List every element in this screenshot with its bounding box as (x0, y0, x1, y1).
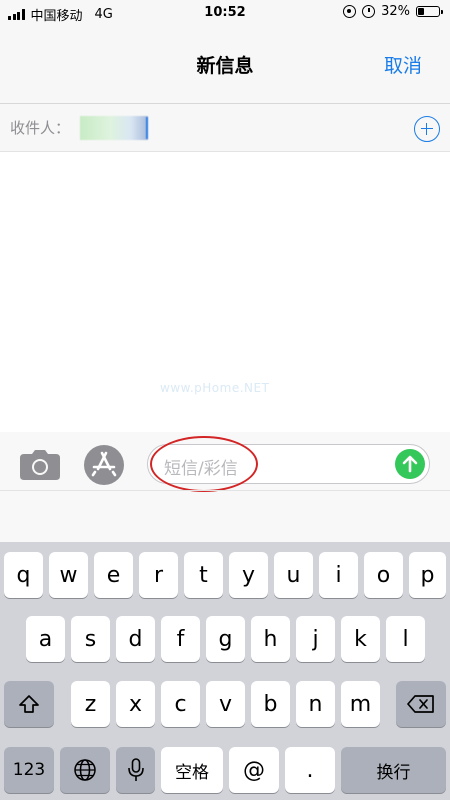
text-cursor (146, 117, 148, 139)
send-arrow-icon[interactable] (395, 449, 425, 479)
key-u[interactable]: u (274, 552, 313, 598)
key-g[interactable]: g (206, 616, 245, 662)
cancel-button[interactable]: 取消 (384, 51, 422, 78)
keyboard: q w e r t y u i o p a s d f g h j k l z … (0, 542, 450, 800)
recipient-label: 收件人： (10, 119, 71, 137)
recipient-row: 收件人： (0, 104, 450, 152)
key-j[interactable]: j (296, 616, 335, 662)
key-m[interactable]: m (341, 681, 380, 727)
key-r[interactable]: r (139, 552, 178, 598)
message-area: www.pHome.NET (0, 152, 450, 432)
key-w[interactable]: w (49, 552, 88, 598)
period-key[interactable]: . (285, 747, 335, 793)
key-e[interactable]: e (94, 552, 133, 598)
key-i[interactable]: i (319, 552, 358, 598)
app-store-icon[interactable] (84, 445, 124, 485)
space-key[interactable]: 空格 (161, 747, 223, 793)
key-b[interactable]: b (251, 681, 290, 727)
key-x[interactable]: x (116, 681, 155, 727)
compose-bar: 短信/彩信 (0, 432, 450, 542)
numbers-key[interactable]: 123 (4, 747, 54, 793)
message-placeholder: 短信/彩信 (164, 459, 238, 479)
key-s[interactable]: s (71, 616, 110, 662)
globe-icon[interactable] (60, 747, 110, 793)
key-p[interactable]: p (409, 552, 446, 598)
key-o[interactable]: o (364, 552, 403, 598)
battery-percent: 32% (381, 4, 410, 19)
compose-divider (0, 490, 450, 491)
key-c[interactable]: c (161, 681, 200, 727)
key-v[interactable]: v (206, 681, 245, 727)
key-l[interactable]: l (386, 616, 425, 662)
navigation-bar: 新信息 取消 (0, 26, 450, 104)
key-z[interactable]: z (71, 681, 110, 727)
key-d[interactable]: d (116, 616, 155, 662)
key-k[interactable]: k (341, 616, 380, 662)
recipient-input[interactable] (80, 116, 148, 140)
message-input[interactable]: 短信/彩信 (147, 444, 430, 484)
shift-icon[interactable] (4, 681, 54, 727)
key-f[interactable]: f (161, 616, 200, 662)
at-key[interactable]: @ (229, 747, 279, 793)
key-n[interactable]: n (296, 681, 335, 727)
camera-icon[interactable] (20, 450, 60, 480)
page-title: 新信息 (196, 55, 254, 77)
battery-icon (416, 6, 443, 17)
alarm-icon (362, 5, 376, 18)
watermark-text: www.pHome.NET (160, 381, 270, 395)
battery-level (418, 8, 425, 15)
delete-icon[interactable] (396, 681, 446, 727)
plus-circle-icon[interactable] (414, 116, 440, 142)
key-h[interactable]: h (251, 616, 290, 662)
microphone-icon[interactable] (116, 747, 155, 793)
key-t[interactable]: t (184, 552, 223, 598)
status-bar: 中国移动 4G 10:52 32% (0, 0, 450, 26)
key-q[interactable]: q (4, 552, 43, 598)
return-key[interactable]: 换行 (341, 747, 446, 793)
key-a[interactable]: a (26, 616, 65, 662)
key-y[interactable]: y (229, 552, 268, 598)
status-right: 32% (343, 4, 443, 19)
orientation-lock-icon (343, 5, 357, 18)
